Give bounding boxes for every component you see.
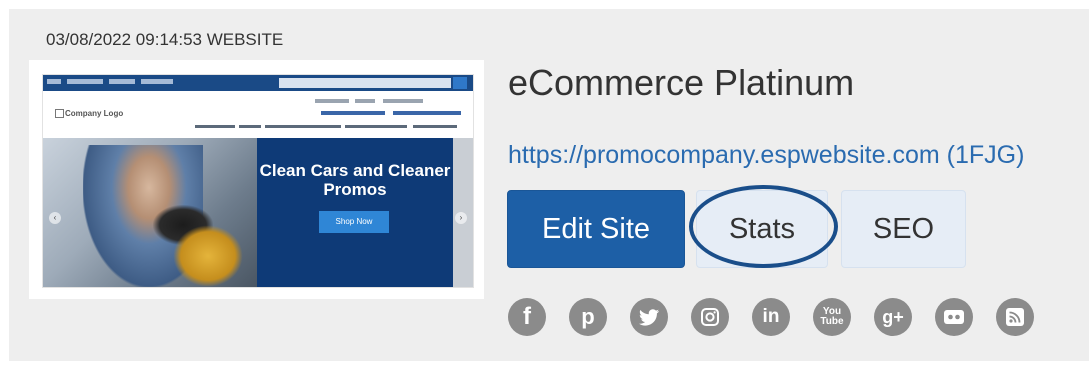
thumbnail-prev-arrow-icon: ‹ (49, 212, 61, 224)
thumbnail-logo-text: Company Logo (65, 109, 124, 118)
thumbnail-shop-now-button: Shop Now (319, 211, 389, 233)
website-thumbnail[interactable]: Company Logo Clean Cars and Cleaner Prom… (42, 74, 474, 288)
facebook-icon[interactable]: f (508, 298, 546, 336)
website-thumbnail-frame[interactable]: Company Logo Clean Cars and Cleaner Prom… (29, 60, 484, 299)
thumbnail-hero-title: Clean Cars and Cleaner Promos (259, 161, 451, 199)
site-url-link[interactable]: https://promocompany.espwebsite.com (1FJ… (508, 141, 1024, 170)
thumbnail-search-icon (453, 77, 467, 89)
thumbnail-top-nav-bar (43, 75, 473, 91)
thumbnail-next-arrow-icon: › (455, 212, 467, 224)
site-name: eCommerce Platinum (508, 62, 855, 103)
linkedin-icon[interactable]: in (752, 298, 790, 336)
youtube-icon[interactable]: You Tube (813, 298, 851, 336)
timestamp-label: 03/08/2022 09:14:53 WEBSITE (46, 30, 284, 49)
twitter-icon[interactable] (630, 298, 668, 336)
edit-site-button[interactable]: Edit Site (507, 190, 685, 268)
flickr-icon[interactable] (935, 298, 973, 336)
thumbnail-search-box (279, 78, 451, 88)
stats-button[interactable]: Stats (696, 190, 828, 268)
pinterest-icon[interactable]: p (569, 298, 607, 336)
rss-icon[interactable] (996, 298, 1034, 336)
instagram-icon[interactable] (691, 298, 729, 336)
thumbnail-logo-icon (55, 109, 64, 118)
google-plus-icon[interactable]: g+ (874, 298, 912, 336)
seo-button[interactable]: SEO (841, 190, 966, 268)
